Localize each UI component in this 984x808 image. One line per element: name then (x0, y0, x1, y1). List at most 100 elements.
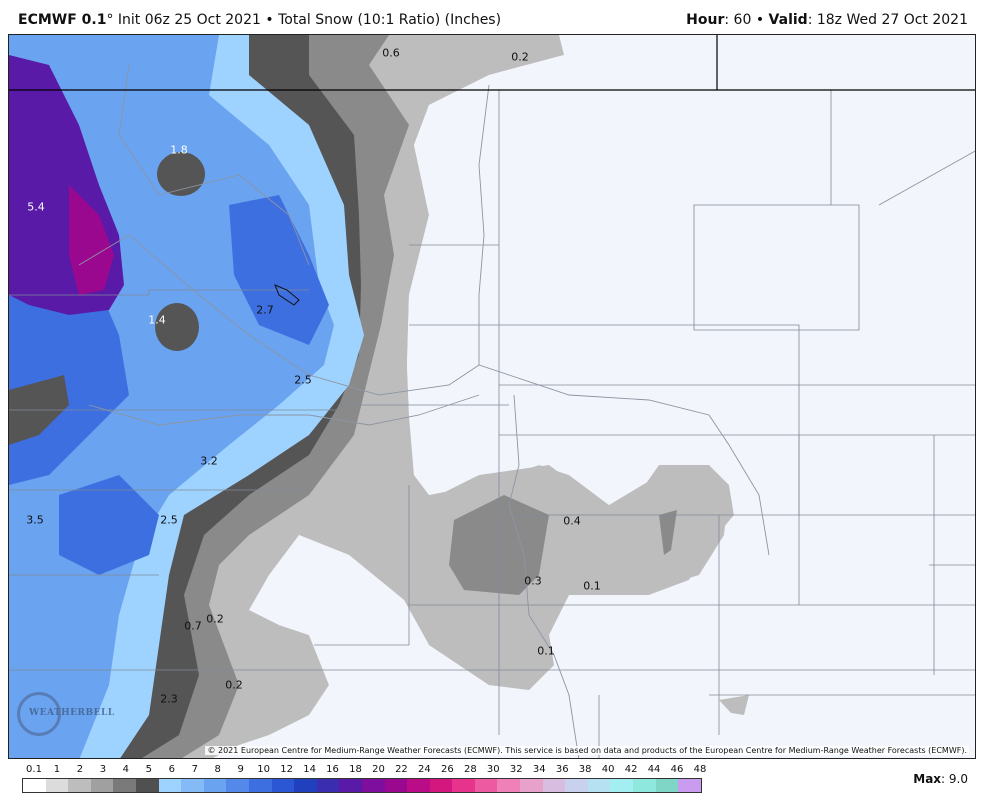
legend-label: 10 (257, 764, 271, 775)
legend-swatch (23, 779, 46, 792)
legend-swatch (45, 779, 69, 792)
contour-label: 5.4 (27, 200, 45, 214)
legend-label: 36 (555, 764, 569, 775)
legend-swatch (158, 779, 182, 792)
legend-label: 40 (601, 764, 615, 775)
contour-label: 3.5 (26, 513, 44, 527)
legend-swatch (294, 779, 317, 792)
max-value-text: : 9.0 (941, 772, 968, 786)
legend-label: 34 (532, 764, 546, 775)
legend-label: 12 (280, 764, 293, 775)
legend-swatch (497, 779, 521, 792)
contour-label: 0.7 (184, 619, 202, 633)
legend-swatch (361, 779, 385, 792)
contour-label: 1.8 (170, 143, 188, 157)
legend-swatch (135, 779, 159, 792)
contour-label: 2.5 (160, 513, 178, 527)
color-legend: 0.1 1 2 3 4 5 6 7 8 9 10 12 14 16 18 20 22 24 26 28 30 32 34 36… (22, 764, 706, 794)
valid-value: : 18z Wed 27 Oct 2021 (807, 12, 968, 28)
legend-swatch (452, 779, 475, 792)
legend-label: 42 (624, 764, 638, 775)
contour-label: 0.6 (382, 46, 400, 60)
legend-label: 48 (693, 764, 707, 775)
legend-label: 8 (214, 764, 221, 775)
model-name: ECMWF 0.1 (18, 12, 107, 28)
legend-swatch (610, 779, 634, 792)
legend-swatch (587, 779, 611, 792)
legend-label: 7 (191, 764, 198, 775)
legend-label: 5 (145, 764, 152, 775)
contour-label: 0.2 (206, 612, 224, 626)
clear-area-east (407, 55, 975, 515)
legend-swatch (203, 779, 227, 792)
legend-label: 46 (670, 764, 684, 775)
contour-label: 0.3 (524, 574, 542, 588)
legend-swatch (90, 779, 114, 792)
legend-swatch (339, 779, 362, 792)
legend-label: 24 (418, 764, 431, 775)
contour-label: 3.2 (200, 454, 218, 468)
legend-bar (22, 778, 702, 793)
bullet-2: • (755, 12, 765, 28)
legend-label: 28 (463, 764, 477, 775)
map-title: ECMWF 0.1° Init 06z 25 Oct 2021 • Total … (18, 12, 501, 28)
legend-swatch (655, 779, 679, 792)
legend-swatch (633, 779, 656, 792)
contour-label: 2.3 (160, 692, 178, 706)
legend-swatch (520, 779, 543, 792)
legend-swatch (474, 779, 498, 792)
legend-swatch (565, 779, 588, 792)
legend-label: 30 (486, 764, 500, 775)
legend-swatch (226, 779, 249, 792)
legend-label: 3 (99, 764, 107, 775)
legend-labels: 0.1 1 2 3 4 5 6 7 8 9 10 12 14 16 18 20 22 24 26 28 30 32 34 36… (22, 764, 706, 778)
legend-swatch (181, 779, 204, 792)
legend-swatch (68, 779, 91, 792)
legend-label: 16 (326, 764, 339, 775)
product-name: Total Snow (10:1 Ratio) (Inches) (278, 12, 502, 28)
contour-label: 0.1 (583, 579, 601, 593)
hour-value: : 60 (724, 12, 752, 28)
legend-swatch (407, 779, 430, 792)
legend-label: 2 (76, 764, 84, 775)
copyright-notice: © 2021 European Centre for Medium-Range … (205, 746, 969, 755)
legend-label: 14 (303, 764, 316, 775)
legend-label: 22 (395, 764, 408, 775)
legend-label: 26 (441, 764, 454, 775)
legend-label: 20 (372, 764, 385, 775)
logo-text: WEATHERBELL (29, 708, 115, 718)
snow-map[interactable]: 0.6 0.2 1.8 5.4 2.7 1.4 2.5 3.2 3.5 2.5 0.4 0.3 0.1 0… (8, 34, 976, 759)
legend-label: 0.1 (26, 764, 42, 775)
legend-label: 32 (509, 764, 523, 775)
contour-label: 2.5 (294, 373, 312, 387)
legend-label: 18 (349, 764, 362, 775)
forecast-time: Hour: 60 • Valid: 18z Wed 27 Oct 2021 (686, 12, 968, 28)
max-label-text: Max (913, 772, 942, 786)
valid-label: Valid (768, 12, 808, 28)
legend-label: 38 (578, 764, 592, 775)
legend-swatch (384, 779, 408, 792)
bullet-1: • (265, 12, 274, 28)
legend-label: 9 (237, 764, 244, 775)
contour-label: 0.1 (537, 644, 555, 658)
contour-label: 2.7 (256, 303, 274, 317)
hour-label: Hour (686, 12, 725, 28)
legend-swatch (429, 779, 453, 792)
legend-label: 4 (122, 764, 130, 775)
degree-symbol: ° (106, 12, 114, 28)
legend-swatch (113, 779, 136, 792)
contour-label: 0.2 (225, 678, 243, 692)
max-value: Max: 9.0 (913, 772, 968, 786)
legend-label: 44 (647, 764, 661, 775)
contour-label: 0.2 (511, 50, 529, 64)
weatherbell-logo: WEATHERBELL (15, 692, 114, 744)
legend-swatch (678, 779, 701, 792)
init-time: Init 06z 25 Oct 2021 (117, 12, 261, 28)
legend-swatch (316, 779, 340, 792)
legend-label: 1 (53, 764, 61, 775)
legend-swatch (271, 779, 295, 792)
legend-swatch (248, 779, 272, 792)
legend-swatch (542, 779, 566, 792)
legend-label: 6 (168, 764, 175, 775)
contour-label: 0.4 (563, 514, 581, 528)
